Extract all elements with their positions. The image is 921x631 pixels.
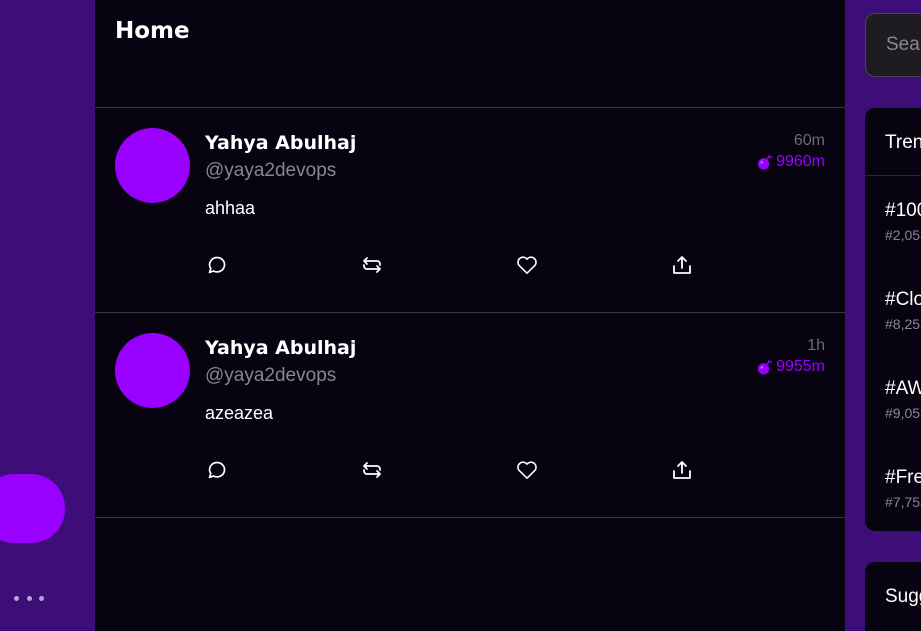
share-icon [673, 256, 691, 274]
trend-item[interactable]: #FreeWillyReboot #7,753 Cruds [885, 467, 921, 510]
like-icon [517, 256, 537, 274]
post-timestamp: 60m [793, 132, 825, 149]
page-title: Home [115, 18, 190, 44]
author-name[interactable]: Yahya Abulhaj [205, 337, 356, 359]
post-text: azeazea [205, 403, 274, 423]
like-button[interactable] [515, 458, 539, 482]
trend-tag[interactable]: #CloudProject [885, 289, 921, 311]
trends-title: Trending [865, 108, 921, 176]
crud-button[interactable] [0, 474, 65, 543]
bomb-icon [758, 359, 772, 375]
post-timestamp: 1h [807, 337, 825, 354]
trend-item[interactable]: #AWS #9,053 Cruds [885, 378, 921, 421]
like-button[interactable] [515, 253, 539, 277]
home-feed: Home Yahya Abulhaj @yaya2devops 60m 9960… [95, 0, 845, 631]
trend-count: #2,053 Cruds [885, 227, 921, 243]
post-actions [205, 253, 725, 277]
author-handle[interactable]: @yaya2devops [205, 365, 336, 387]
trend-tag[interactable]: #AWS [885, 378, 921, 400]
bomb-icon [758, 154, 772, 170]
trend-count: #9,053 Cruds [885, 405, 921, 421]
share-button[interactable] [670, 253, 694, 277]
search-box[interactable] [865, 13, 921, 77]
post-item[interactable]: Yahya Abulhaj @yaya2devops 60m 9960m ahh… [95, 108, 845, 313]
suggested-users-title: Suggested Users [885, 586, 921, 607]
reply-icon [208, 256, 226, 274]
repost-icon [363, 257, 381, 273]
search-input[interactable] [886, 34, 921, 56]
trend-tag[interactable]: #FreeWillyReboot [885, 467, 921, 489]
repost-icon [363, 462, 381, 478]
expiry-value: 9955m [776, 358, 825, 375]
trends-card: Trending #100DaysOfCloud #2,053 Cruds #C… [865, 108, 921, 531]
repost-button[interactable] [360, 253, 384, 277]
trend-count: #7,753 Cruds [885, 494, 921, 510]
author-handle[interactable]: @yaya2devops [205, 160, 336, 182]
author-name[interactable]: Yahya Abulhaj [205, 132, 356, 154]
share-button[interactable] [670, 458, 694, 482]
reply-button[interactable] [205, 458, 229, 482]
trend-count: #8,253 Cruds [885, 316, 921, 332]
trend-tag[interactable]: #100DaysOfCloud [885, 200, 921, 222]
left-sidebar [0, 0, 95, 631]
expiry-value: 9960m [776, 153, 825, 170]
post-expiry: 9955m [757, 358, 825, 376]
trend-item[interactable]: #100DaysOfCloud #2,053 Cruds [885, 200, 921, 243]
avatar[interactable] [115, 128, 190, 203]
suggested-users-card: Suggested Users [865, 562, 921, 631]
feed-header: Home [95, 0, 845, 108]
like-icon [517, 461, 537, 479]
reply-button[interactable] [205, 253, 229, 277]
reply-icon [208, 461, 226, 479]
post-text: ahhaa [205, 198, 256, 218]
repost-button[interactable] [360, 458, 384, 482]
post-item[interactable]: Yahya Abulhaj @yaya2devops 1h 9955m azea… [95, 313, 845, 518]
trend-item[interactable]: #CloudProject #8,253 Cruds [885, 289, 921, 332]
post-expiry: 9960m [757, 153, 825, 171]
avatar[interactable] [115, 333, 190, 408]
share-icon [673, 461, 691, 479]
more-dots-icon[interactable] [14, 588, 44, 608]
post-actions [205, 458, 725, 482]
